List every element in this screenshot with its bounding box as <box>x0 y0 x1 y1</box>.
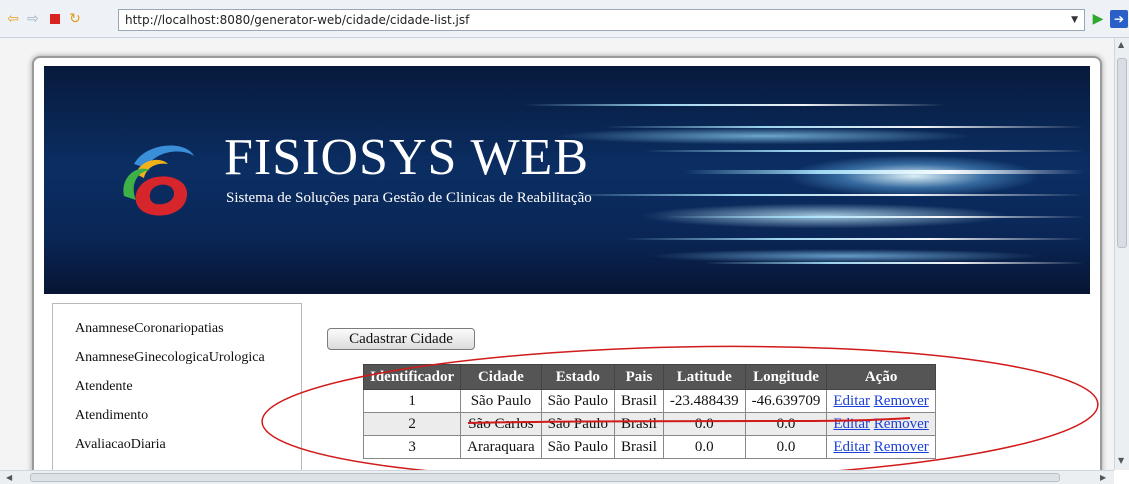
sidebar-item-atendimento[interactable]: Atendimento <box>53 407 301 436</box>
cell-id: 1 <box>362 389 462 413</box>
column-header-cidade: Cidade <box>460 364 542 390</box>
light-streak <box>664 216 1084 218</box>
horizontal-scroll-thumb[interactable] <box>30 473 1060 482</box>
cell-acao: Editar Remover <box>826 389 936 413</box>
fisiosys-logo-icon <box>123 145 194 216</box>
page-viewport: FISIOSYS WEB Sistema de Soluções para Ge… <box>0 38 1114 470</box>
url-text: http://localhost:8080/generator-web/cida… <box>125 13 470 27</box>
light-streak <box>704 262 1084 264</box>
dropdown-icon[interactable]: ▼ <box>1071 10 1078 30</box>
table-row: 2 São Carlos São Paulo Brasil 0.0 0.0 Ed… <box>362 412 936 436</box>
edit-link[interactable]: Editar <box>833 439 870 455</box>
browser-toolbar: ⇦ ⇨ ↻ http://localhost:8080/generator-we… <box>0 0 1129 38</box>
scroll-right-icon[interactable]: ▶ <box>1100 473 1106 482</box>
light-streak <box>524 104 944 106</box>
page-frame: FISIOSYS WEB Sistema de Soluções para Ge… <box>32 56 1102 470</box>
edit-link[interactable]: Editar <box>833 393 870 409</box>
extension-icon[interactable]: ➔ <box>1110 10 1128 28</box>
sidebar-item-anamnese-coronariopatias[interactable]: AnamneseCoronariopatias <box>53 320 301 349</box>
app-subtitle: Sistema de Soluções para Gestão de Clini… <box>226 190 592 206</box>
table-header-row: Identificador Cidade Estado Pais Latitud… <box>362 364 936 390</box>
light-streak <box>684 170 1084 174</box>
cidade-table: Identificador Cidade Estado Pais Latitud… <box>362 364 936 459</box>
back-icon[interactable]: ⇦ <box>4 10 22 28</box>
cell-latitude: 0.0 <box>662 435 746 459</box>
cell-cidade: São Paulo <box>460 389 542 413</box>
scroll-up-icon[interactable]: ▲ <box>1118 40 1124 49</box>
column-header-latitude: Latitude <box>662 364 746 390</box>
remove-link[interactable]: Remover <box>874 439 929 455</box>
table-row: 3 Araraquara São Paulo Brasil 0.0 0.0 Ed… <box>362 435 936 459</box>
cell-pais: Brasil <box>614 435 664 459</box>
cell-longitude: -46.639709 <box>744 389 828 413</box>
vertical-scrollbar[interactable]: ▲ ▼ <box>1114 38 1129 470</box>
sidebar-menu: AnamneseCoronariopatias AnamneseGinecolo… <box>52 303 302 470</box>
stop-icon[interactable] <box>46 10 64 28</box>
light-streak <box>644 150 1084 152</box>
scroll-left-icon[interactable]: ◀ <box>6 473 12 482</box>
column-header-pais: Pais <box>614 364 664 390</box>
horizontal-scrollbar[interactable]: ◀ ▶ <box>0 470 1114 484</box>
forward-icon[interactable]: ⇨ <box>24 10 42 28</box>
cell-cidade: Araraquara <box>460 435 542 459</box>
remove-link[interactable]: Remover <box>874 416 929 432</box>
app-title: FISIOSYS WEB <box>224 129 590 186</box>
column-header-identificador: Identificador <box>362 364 462 390</box>
light-streak <box>564 194 1084 196</box>
header-banner: FISIOSYS WEB Sistema de Soluções para Ge… <box>44 66 1090 294</box>
scroll-down-icon[interactable]: ▼ <box>1118 456 1124 465</box>
url-bar[interactable]: http://localhost:8080/generator-web/cida… <box>118 9 1085 31</box>
light-streak <box>624 238 1084 240</box>
vertical-scroll-thumb[interactable] <box>1117 58 1127 248</box>
cell-acao: Editar Remover <box>826 412 936 436</box>
sidebar-item-anamnese-ginecologica-urologica[interactable]: AnamneseGinecologicaUrologica <box>53 349 301 378</box>
column-header-estado: Estado <box>540 364 616 390</box>
remove-link[interactable]: Remover <box>874 393 929 409</box>
cell-id: 3 <box>362 435 462 459</box>
sidebar-item-atendente[interactable]: Atendente <box>53 378 301 407</box>
light-streak <box>604 126 1084 128</box>
cell-acao: Editar Remover <box>826 435 936 459</box>
cell-pais: Brasil <box>614 412 664 436</box>
cell-pais: Brasil <box>614 389 664 413</box>
go-icon[interactable]: ▶ <box>1089 10 1107 28</box>
refresh-icon[interactable]: ↻ <box>66 10 84 28</box>
cell-latitude: 0.0 <box>662 412 746 436</box>
cell-longitude: 0.0 <box>744 412 828 436</box>
cell-estado: São Paulo <box>540 435 616 459</box>
cell-cidade: São Carlos <box>460 412 542 436</box>
cell-estado: São Paulo <box>540 389 616 413</box>
column-header-acao: Ação <box>826 364 936 390</box>
table-row: 1 São Paulo São Paulo Brasil -23.488439 … <box>362 389 936 413</box>
sidebar-item-avaliacao-diaria[interactable]: AvaliacaoDiaria <box>53 436 301 465</box>
cell-longitude: 0.0 <box>744 435 828 459</box>
edit-link[interactable]: Editar <box>833 416 870 432</box>
cadastrar-cidade-button[interactable]: Cadastrar Cidade <box>327 328 475 350</box>
cell-latitude: -23.488439 <box>662 389 746 413</box>
column-header-longitude: Longitude <box>744 364 828 390</box>
cell-estado: São Paulo <box>540 412 616 436</box>
cell-id: 2 <box>362 412 462 436</box>
